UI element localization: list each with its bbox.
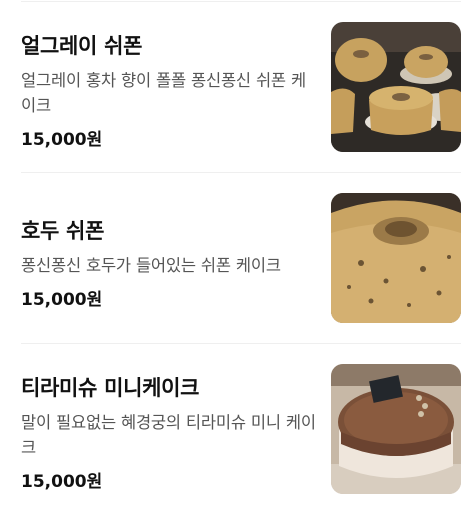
menu-item-earl-grey-chiffon[interactable]: 얼그레이 쉬폰 얼그레이 홍차 향이 폴폴 퐁신퐁신 쉬폰 케이크 15,000… [0, 22, 470, 152]
menu-list: 얼그레이 쉬폰 얼그레이 홍차 향이 폴폴 퐁신퐁신 쉬폰 케이크 15,000… [0, 0, 470, 509]
menu-item-name: 티라미슈 미니케이크 [21, 376, 200, 400]
menu-item-image[interactable] [331, 364, 461, 494]
menu-item-price: 15,000원 [21, 472, 103, 492]
menu-item-image[interactable] [331, 22, 461, 152]
menu-item-price: 15,000원 [21, 290, 103, 310]
menu-item-name: 호두 쉬폰 [21, 219, 105, 243]
menu-item-description: 말이 필요없는 혜경궁의 티라미슈 미니 케이크 [21, 413, 316, 457]
menu-item-image[interactable] [331, 193, 461, 323]
menu-item-description: 퐁신퐁신 호두가 들어있는 쉬폰 케이크 [21, 256, 281, 275]
divider [21, 343, 461, 344]
menu-item-name: 얼그레이 쉬폰 [21, 34, 143, 58]
menu-item-description: 얼그레이 홍차 향이 폴폴 퐁신퐁신 쉬폰 케이크 [21, 71, 306, 115]
menu-item-text: 얼그레이 쉬폰 얼그레이 홍차 향이 폴폴 퐁신퐁신 쉬폰 케이크 15,000… [21, 30, 316, 150]
menu-item-price: 15,000원 [21, 130, 103, 150]
menu-item-text: 호두 쉬폰 퐁신퐁신 호두가 들어있는 쉬폰 케이크 15,000원 [21, 215, 316, 310]
menu-item-tiramisu-mini-cake[interactable]: 티라미슈 미니케이크 말이 필요없는 혜경궁의 티라미슈 미니 케이크 15,0… [0, 364, 470, 494]
menu-item-walnut-chiffon[interactable]: 호두 쉬폰 퐁신퐁신 호두가 들어있는 쉬폰 케이크 15,000원 [0, 193, 470, 323]
divider [21, 172, 461, 173]
menu-item-text: 티라미슈 미니케이크 말이 필요없는 혜경궁의 티라미슈 미니 케이크 15,0… [21, 372, 316, 492]
divider [21, 1, 461, 2]
